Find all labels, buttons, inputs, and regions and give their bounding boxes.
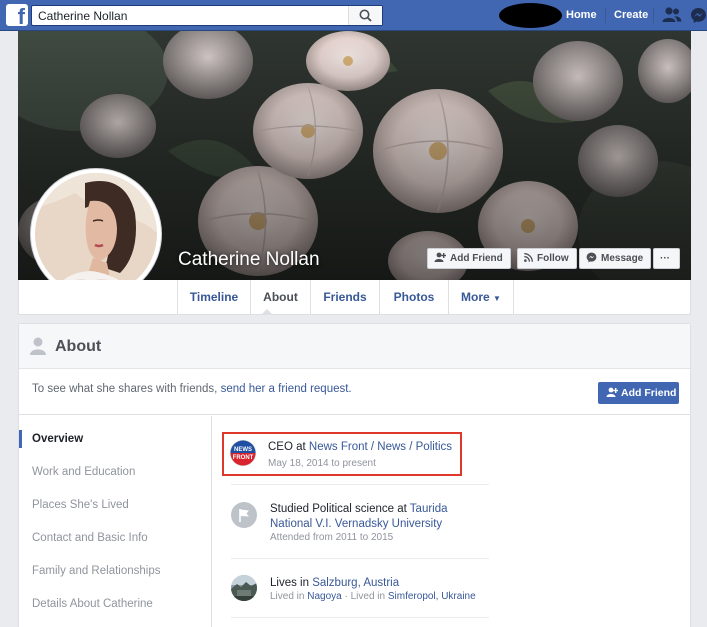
tab-photos[interactable]: Photos [380,280,448,314]
messenger-icon[interactable] [690,7,707,24]
school-link-part1[interactable]: Taurida [410,503,448,515]
nav-divider [653,8,654,23]
tab-more[interactable]: More ▼ [449,280,513,314]
home-link[interactable]: Home [566,9,597,21]
lives-in-text: Lives in Salzburg, Austria [270,577,400,589]
search-box[interactable] [31,5,383,26]
add-friend-button[interactable]: Add Friend [427,248,511,269]
rss-follow-icon [524,252,533,262]
more-options-icon: ··· [660,253,670,264]
nav-family-relationships[interactable]: Family and Relationships [32,565,160,577]
about-card: About To see what she shares with friend… [18,323,691,627]
add-friend-icon [606,387,619,398]
about-left-nav: Overview Work and Education Places She's… [19,416,212,627]
lived-in-history: Lived in Nagoya · Lived in Simferopol, U… [270,591,476,602]
friend-request-prompt: To see what she shares with friends, sen… [19,370,690,415]
follow-label: Follow [537,253,569,264]
about-title: About [55,338,102,355]
education-date: Attended from 2011 to 2015 [270,532,394,543]
nav-contact-info[interactable]: Contact and Basic Info [32,532,148,544]
profile-name[interactable]: Catherine Nollan [178,249,320,271]
education-entry: Studied Political science at Taurida Nati… [221,496,491,551]
entry-divider [231,617,489,618]
message-label: Message [601,253,644,264]
education-title: Studied Political science at Taurida Nati… [270,503,448,530]
friends-icon[interactable] [662,6,682,24]
nav-overview[interactable]: Overview [32,433,83,445]
top-navigation-bar: f Home Create [0,0,707,31]
nav-divider [605,8,606,23]
tab-friends[interactable]: Friends [311,280,379,314]
add-friend-label: Add Friend [621,387,677,399]
search-input[interactable] [32,6,350,25]
current-city-link[interactable]: Salzburg, Austria [312,577,399,589]
create-link[interactable]: Create [614,9,648,21]
search-icon [359,9,372,22]
nav-places-lived[interactable]: Places She's Lived [32,499,129,511]
facebook-logo-icon[interactable]: f [6,4,28,28]
previous-city-link-2[interactable]: Simferopol, Ukraine [388,591,476,602]
places-entry: Lives in Salzburg, Austria Lived in Nago… [221,571,491,607]
city-thumbnail[interactable] [231,575,257,601]
entry-divider [231,558,489,559]
message-button[interactable]: Message [579,248,652,269]
school-link-part2[interactable]: National V.I. Vernadsky University [270,518,442,530]
friend-prompt-text: To see what she shares with friends, sen… [32,383,352,395]
person-icon [30,337,46,355]
profile-photo [35,173,157,295]
messenger-icon [586,252,597,263]
tab-about[interactable]: About [251,280,310,314]
about-header: About [19,324,690,369]
tab-timeline[interactable]: Timeline [178,280,250,314]
more-options-button[interactable]: ··· [653,248,680,269]
add-friend-button-secondary[interactable]: Add Friend [598,382,679,404]
previous-city-link-1[interactable]: Nagoya [307,591,341,602]
active-section-indicator [19,430,22,448]
search-button[interactable] [348,6,382,25]
tab-more-label: More [461,290,490,304]
entry-divider [231,484,489,485]
active-tab-indicator [261,309,273,315]
education-flag-icon [231,502,257,528]
nav-work-education[interactable]: Work and Education [32,466,135,478]
nav-details[interactable]: Details About Catherine [32,598,153,610]
follow-button[interactable]: Follow [517,248,577,269]
caret-down-icon: ▼ [493,294,501,303]
redacted-user-mark [499,3,562,28]
profile-tabs-bar: Timeline About Friends Photos More ▼ [18,280,691,315]
add-friend-label: Add Friend [450,253,503,264]
highlight-annotation-box [222,432,462,476]
add-friend-icon [434,252,446,263]
send-friend-request-link[interactable]: send her a friend request. [221,383,352,395]
tab-divider [513,280,514,314]
